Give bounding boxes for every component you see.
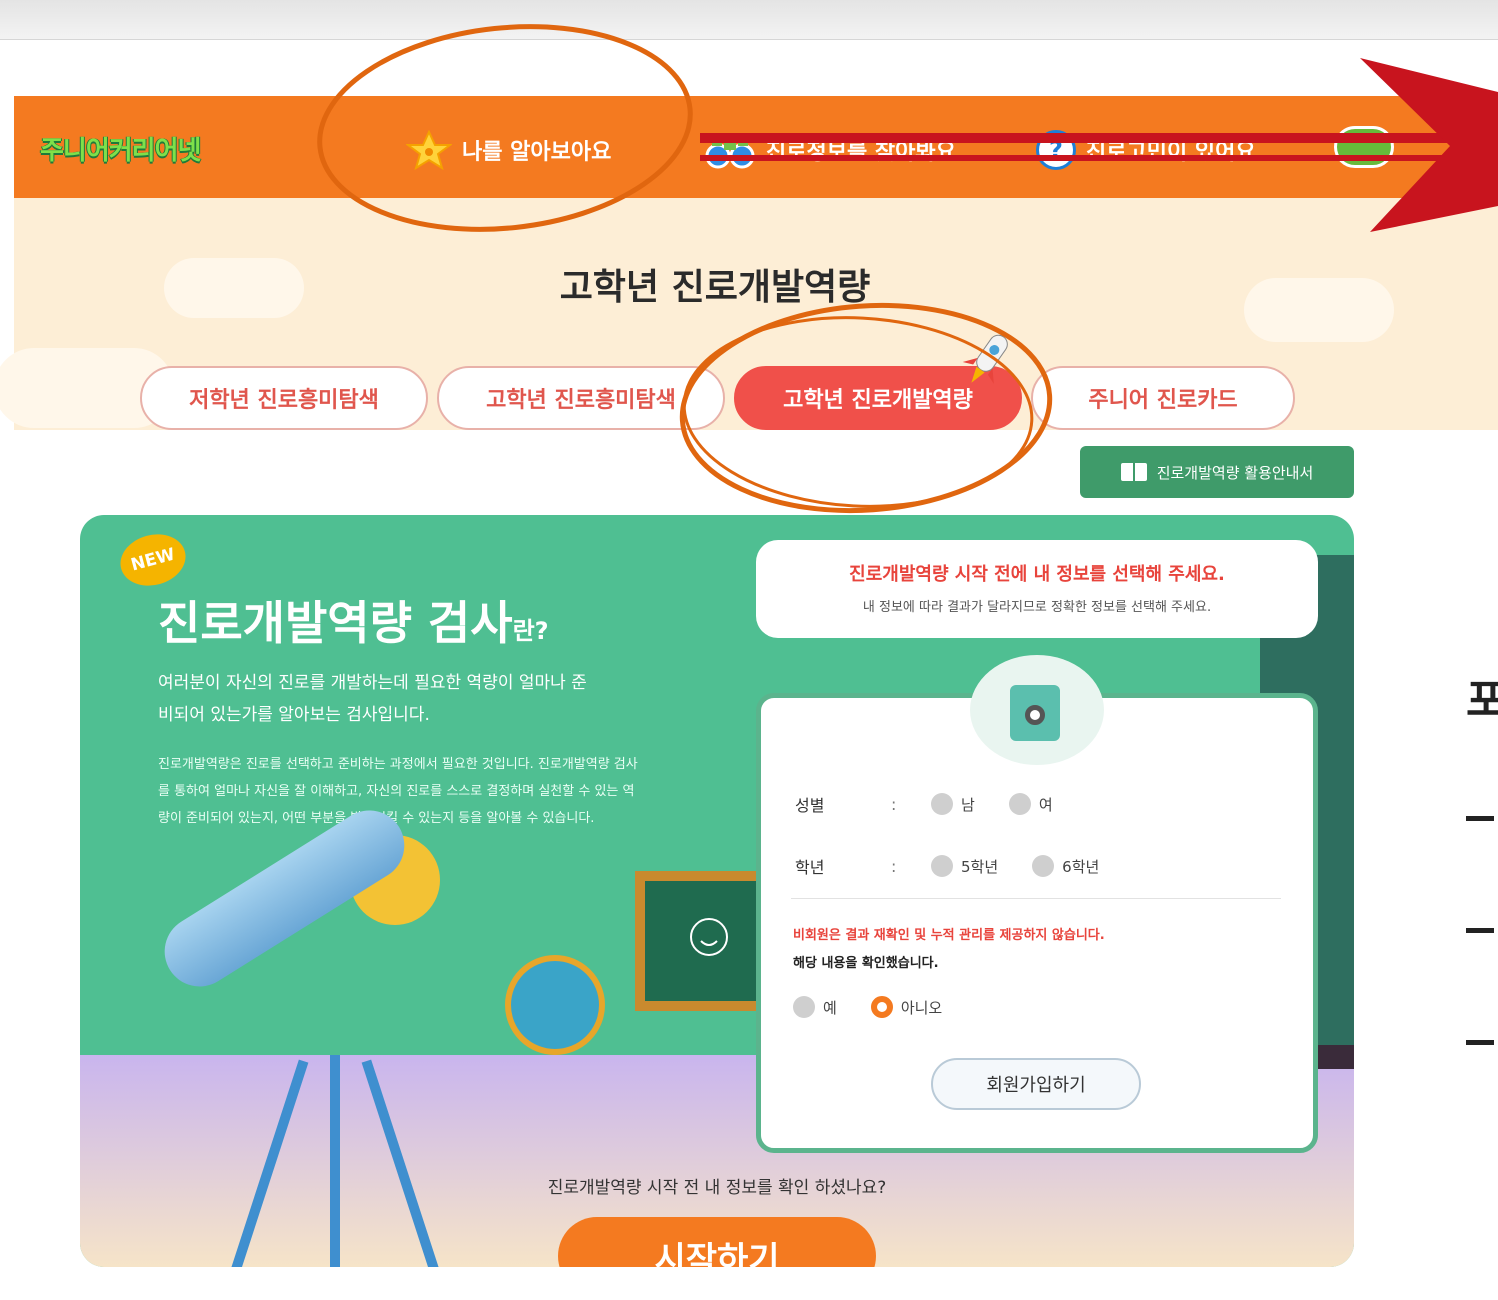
confirm-no-radio[interactable]: 아니오 — [870, 996, 943, 1018]
radio-label: 남 — [961, 795, 975, 814]
tab-upper-interest[interactable]: 고학년 진로흥미탐색 — [437, 366, 725, 430]
question-icon: ? — [1036, 130, 1076, 170]
gender-label: 성별 — [795, 796, 825, 815]
radio-dot-selected[interactable] — [870, 996, 893, 1018]
radio-dot[interactable] — [931, 855, 953, 877]
grade-label: 학년 — [795, 858, 825, 877]
gender-row: 성별 : 남 여 — [795, 792, 1087, 816]
site-logo[interactable]: 주니어커리어넷 — [40, 130, 201, 167]
speech-subtext: 내 정보에 따라 결과가 달라지므로 정확한 정보를 선택해 주세요. — [862, 600, 1212, 615]
radio-dot[interactable] — [931, 793, 953, 815]
radio-dot[interactable] — [793, 996, 815, 1018]
grade-row: 학년 : 5학년 6학년 — [795, 854, 1133, 878]
colon: : — [891, 856, 897, 876]
page-title: 고학년 진로개발역량 — [559, 267, 871, 308]
radio-label: 예 — [823, 998, 837, 1017]
grade-5-radio[interactable]: 5학년 — [931, 855, 998, 877]
gender-male-radio[interactable]: 남 — [931, 793, 975, 815]
nav-item-label: 진로정보를 찾아봐요 — [766, 140, 956, 165]
intro-title: 진로개발역량 검사란? — [158, 587, 549, 653]
info-speech-bubble: 진로개발역량 시작 전에 내 정보를 선택해 주세요. 내 정보에 따라 결과가… — [756, 540, 1318, 638]
guest-warning: 비회원은 결과 재확인 및 누적 관리를 제공하지 않습니다. — [793, 928, 1105, 943]
intro-title-text: 진로개발역량 검사 — [158, 596, 513, 650]
form-divider — [791, 898, 1281, 899]
intro-title-suffix: 란? — [512, 617, 549, 645]
star-icon — [406, 130, 452, 170]
side-dash — [1466, 928, 1494, 933]
book-icon — [1120, 463, 1147, 481]
new-badge: NEW — [114, 527, 192, 593]
radio-label: 5학년 — [961, 857, 999, 876]
signup-button[interactable]: 회원가입하기 — [931, 1058, 1141, 1110]
nav-item-career-concerns[interactable]: ? 진로고민이 있어요 — [1036, 130, 1256, 170]
binoculars-icon — [704, 130, 756, 170]
radio-dot[interactable] — [1032, 855, 1055, 877]
tripod-leg — [330, 1055, 340, 1267]
tab-lower-interest[interactable]: 저학년 진로흥미탐색 — [140, 366, 428, 430]
radio-label: 6학년 — [1062, 857, 1100, 876]
confirm-question: 진로개발역량 시작 전 내 정보를 확인 하셨나요? — [547, 1178, 887, 1198]
nav-item-about-me[interactable]: 나를 알아보아요 — [406, 130, 611, 170]
radio-dot[interactable] — [1008, 793, 1031, 815]
radio-label: 여 — [1038, 795, 1053, 814]
radio-label: 아니오 — [900, 998, 943, 1017]
side-dash — [1466, 816, 1494, 821]
confirm-yes-radio[interactable]: 예 — [793, 996, 837, 1018]
intro-lead: 여러분이 자신의 진로를 개발하는데 필요한 역량이 얼마나 준비되어 있는가를… — [158, 673, 587, 725]
gender-female-radio[interactable]: 여 — [1008, 793, 1053, 815]
rocket-icon — [962, 334, 1008, 384]
test-panel: NEW 진로개발역량 검사란? 여러분이 자신의 진로를 개발하는데 필요한 역… — [80, 515, 1354, 1267]
tab-junior-career-card[interactable]: 주니어 진로카드 — [1031, 366, 1295, 430]
side-dash — [1466, 1040, 1494, 1045]
nav-item-career-info[interactable]: 진로정보를 찾아봐요 — [704, 130, 956, 170]
guide-button-label: 진로개발역량 활용안내서 — [1156, 463, 1314, 482]
colon: : — [891, 794, 897, 814]
guide-download-button[interactable]: 진로개발역량 활용안내서 — [1080, 446, 1354, 498]
side-partial-heading: 포 — [1466, 675, 1498, 726]
confirm-text: 해당 내용을 확인했습니다. — [793, 956, 939, 971]
search-icon[interactable] — [1334, 126, 1394, 168]
robot-eye — [1025, 705, 1045, 725]
start-button[interactable]: 시작하기 — [558, 1217, 876, 1267]
intro-description: 진로개발역량은 진로를 선택하고 준비하는 과정에서 필요한 것입니다. 진로개… — [158, 757, 638, 826]
nav-item-label: 진로고민이 있어요 — [1086, 140, 1256, 165]
confirm-row: 예 아니오 — [793, 996, 976, 1018]
speech-headline: 진로개발역량 시작 전에 내 정보를 선택해 주세요. — [849, 564, 1225, 585]
browser-top-strip — [0, 0, 1498, 40]
globe-illustration — [505, 955, 605, 1055]
grade-6-radio[interactable]: 6학년 — [1032, 855, 1099, 877]
nav-item-label: 나를 알아보아요 — [462, 140, 612, 165]
main-nav-bar: 주니어커리어넷 나를 알아보아요 진로정보를 찾아봐요 ? 진로고민이 있어요 — [14, 96, 1498, 198]
